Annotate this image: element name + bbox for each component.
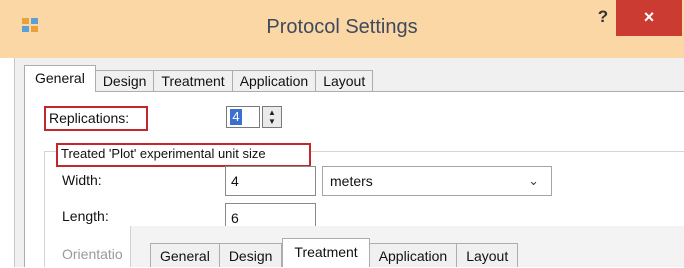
spin-up-icon[interactable]: ▲ — [263, 108, 281, 117]
tab-design[interactable]: Design — [95, 70, 155, 92]
replications-spinner[interactable]: ▲ ▼ — [262, 106, 282, 128]
units-value: meters — [330, 173, 373, 189]
group-title: Treated 'Plot' experimental unit size — [61, 146, 266, 161]
tab-strip: General Design Treatment Application Lay… — [24, 62, 374, 92]
overlay-tab-treatment[interactable]: Treatment — [282, 238, 370, 267]
orientation-label: Orientatio — [62, 246, 123, 262]
length-value: 6 — [231, 210, 239, 226]
tab-treatment[interactable]: Treatment — [154, 70, 233, 92]
overlay-tab-application[interactable]: Application — [369, 243, 458, 267]
width-label: Width: — [62, 172, 102, 188]
help-button[interactable]: ? — [590, 4, 616, 30]
chevron-down-icon: ⌄ — [528, 173, 539, 188]
replications-input[interactable]: 4 — [226, 106, 260, 128]
replications-label: Replications: — [49, 110, 130, 126]
tab-general[interactable]: General — [24, 65, 96, 92]
units-select[interactable]: meters ⌄ — [322, 166, 552, 196]
tab-application[interactable]: Application — [232, 70, 317, 92]
window-title: Protocol Settings — [266, 16, 418, 38]
overlay-tab-design[interactable]: Design — [219, 243, 283, 267]
width-value: 4 — [231, 173, 239, 189]
length-label: Length: — [62, 208, 109, 224]
close-button[interactable]: × — [616, 0, 682, 36]
title-bar: Protocol Settings ? × — [0, 0, 684, 58]
tab-layout[interactable]: Layout — [316, 70, 374, 92]
spin-down-icon[interactable]: ▼ — [263, 117, 281, 126]
overlay-tab-general[interactable]: General — [150, 243, 220, 267]
width-input[interactable]: 4 — [225, 166, 316, 196]
overlay-tab-layout[interactable]: Layout — [457, 243, 519, 267]
overlay-tab-strip: General Design Treatment Application Lay… — [150, 238, 519, 267]
replications-value: 4 — [230, 109, 242, 125]
